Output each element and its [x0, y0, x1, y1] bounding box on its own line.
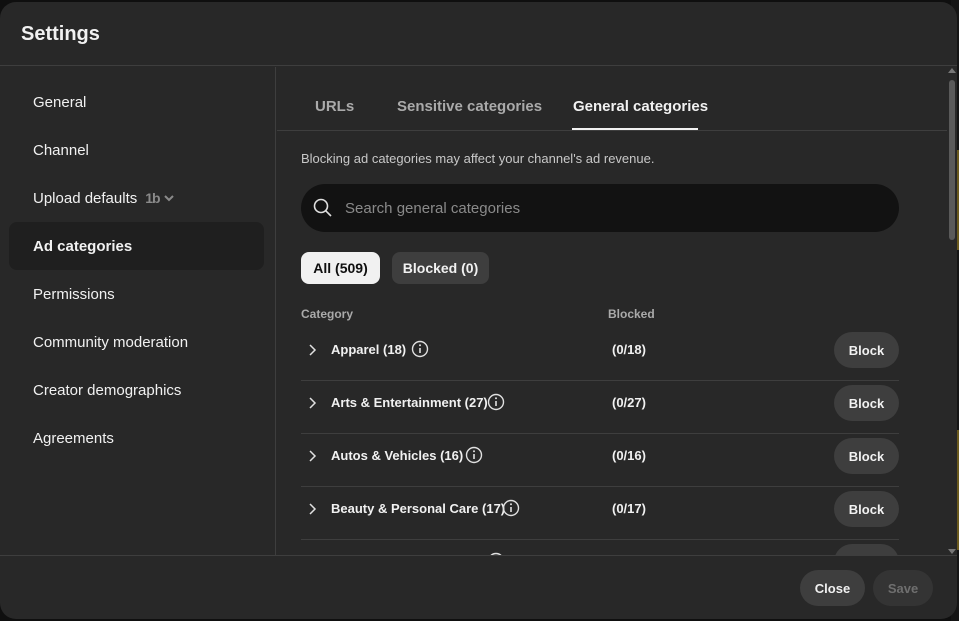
- scrollbar-thumb[interactable]: [949, 80, 955, 240]
- blocked-count: (0/18): [612, 342, 646, 357]
- active-tab-indicator: [572, 128, 698, 130]
- sidebar-item-label: Community moderation: [33, 333, 189, 351]
- category-name: Arts & Entertainment (27): [331, 395, 488, 410]
- settings-sidebar: General Channel Upload defaults 1b Ad ca…: [0, 67, 276, 555]
- block-button[interactable]: Block: [834, 491, 899, 527]
- sidebar-item-permissions[interactable]: Permissions: [9, 270, 264, 318]
- sidebar-item-ad-categories[interactable]: Ad categories: [9, 222, 264, 270]
- scroll-down-arrow-icon[interactable]: [948, 549, 956, 554]
- table-row: Autos & Vehicles (16) (0/16) Block: [301, 434, 899, 487]
- table-row: Beauty & Personal Care (17) (0/17) Block: [301, 487, 899, 540]
- filter-chip-all[interactable]: All (509): [301, 252, 380, 284]
- blocked-count: (0/16): [612, 448, 646, 463]
- dialog-header: Settings: [0, 2, 957, 66]
- info-icon[interactable]: [502, 499, 520, 517]
- tab-sensitive-categories[interactable]: Sensitive categories: [397, 98, 542, 115]
- category-name: Autos & Vehicles (16): [331, 448, 464, 463]
- main-content: URLs Sensitive categories General catego…: [277, 67, 947, 555]
- column-header-blocked: Blocked: [608, 307, 655, 321]
- sidebar-item-upload-defaults[interactable]: Upload defaults 1b: [9, 174, 264, 222]
- category-name: Beauty & Personal Care (17): [331, 501, 506, 516]
- tab-general-categories[interactable]: General categories: [573, 98, 708, 115]
- sidebar-item-label: Upload defaults: [33, 189, 138, 207]
- sidebar-item-general[interactable]: General: [9, 78, 264, 126]
- dialog-title: Settings: [21, 23, 100, 45]
- dialog-footer: Close Save: [0, 555, 957, 619]
- chevron-right-icon[interactable]: [305, 343, 319, 357]
- info-icon[interactable]: [487, 393, 505, 411]
- sidebar-item-label: Permissions: [33, 285, 115, 303]
- search-icon: [313, 198, 332, 217]
- block-button[interactable]: Block: [834, 438, 899, 474]
- blocked-count: (0/17): [612, 501, 646, 516]
- table-row: Apparel (18) (0/18) Block: [301, 328, 899, 381]
- revenue-warning-text: Blocking ad categories may affect your c…: [301, 151, 655, 166]
- sidebar-item-channel[interactable]: Channel: [9, 126, 264, 174]
- filter-chip-blocked[interactable]: Blocked (0): [392, 252, 489, 284]
- close-button[interactable]: Close: [800, 570, 865, 606]
- table-row: Arts & Entertainment (27) (0/27) Block: [301, 381, 899, 434]
- sidebar-item-label: Creator demographics: [33, 381, 182, 399]
- search-input[interactable]: [345, 199, 865, 217]
- settings-dialog: Settings General Channel Upload defaults…: [0, 2, 957, 619]
- upload-badge-icon: 1b: [145, 190, 160, 206]
- blocked-count: (0/27): [612, 395, 646, 410]
- block-button[interactable]: Block: [834, 332, 899, 368]
- sidebar-item-agreements[interactable]: Agreements: [9, 414, 264, 462]
- tab-urls[interactable]: URLs: [315, 98, 354, 115]
- save-button[interactable]: Save: [873, 570, 933, 606]
- sidebar-item-community-moderation[interactable]: Community moderation: [9, 318, 264, 366]
- sidebar-item-label: Agreements: [33, 429, 114, 447]
- block-button[interactable]: Block: [834, 385, 899, 421]
- info-icon[interactable]: [411, 340, 429, 358]
- search-bar: [301, 184, 899, 232]
- table-row-partial: [301, 540, 899, 555]
- sidebar-item-label: Channel: [33, 141, 89, 159]
- tab-bar: URLs Sensitive categories General catego…: [277, 67, 947, 131]
- category-name: Apparel (18): [331, 342, 407, 357]
- chevron-down-icon: [163, 195, 174, 202]
- chevron-right-icon[interactable]: [305, 396, 319, 410]
- chevron-right-icon[interactable]: [305, 502, 319, 516]
- column-header-category: Category: [301, 307, 354, 321]
- sidebar-item-label: Ad categories: [33, 237, 133, 255]
- sidebar-item-label: General: [33, 93, 87, 111]
- content-scrollbar[interactable]: [947, 66, 957, 556]
- chevron-right-icon[interactable]: [305, 449, 319, 463]
- block-button-partial[interactable]: [834, 544, 899, 555]
- info-icon[interactable]: [465, 446, 483, 464]
- sidebar-item-creator-demographics[interactable]: Creator demographics: [9, 366, 264, 414]
- scroll-up-arrow-icon[interactable]: [948, 68, 956, 73]
